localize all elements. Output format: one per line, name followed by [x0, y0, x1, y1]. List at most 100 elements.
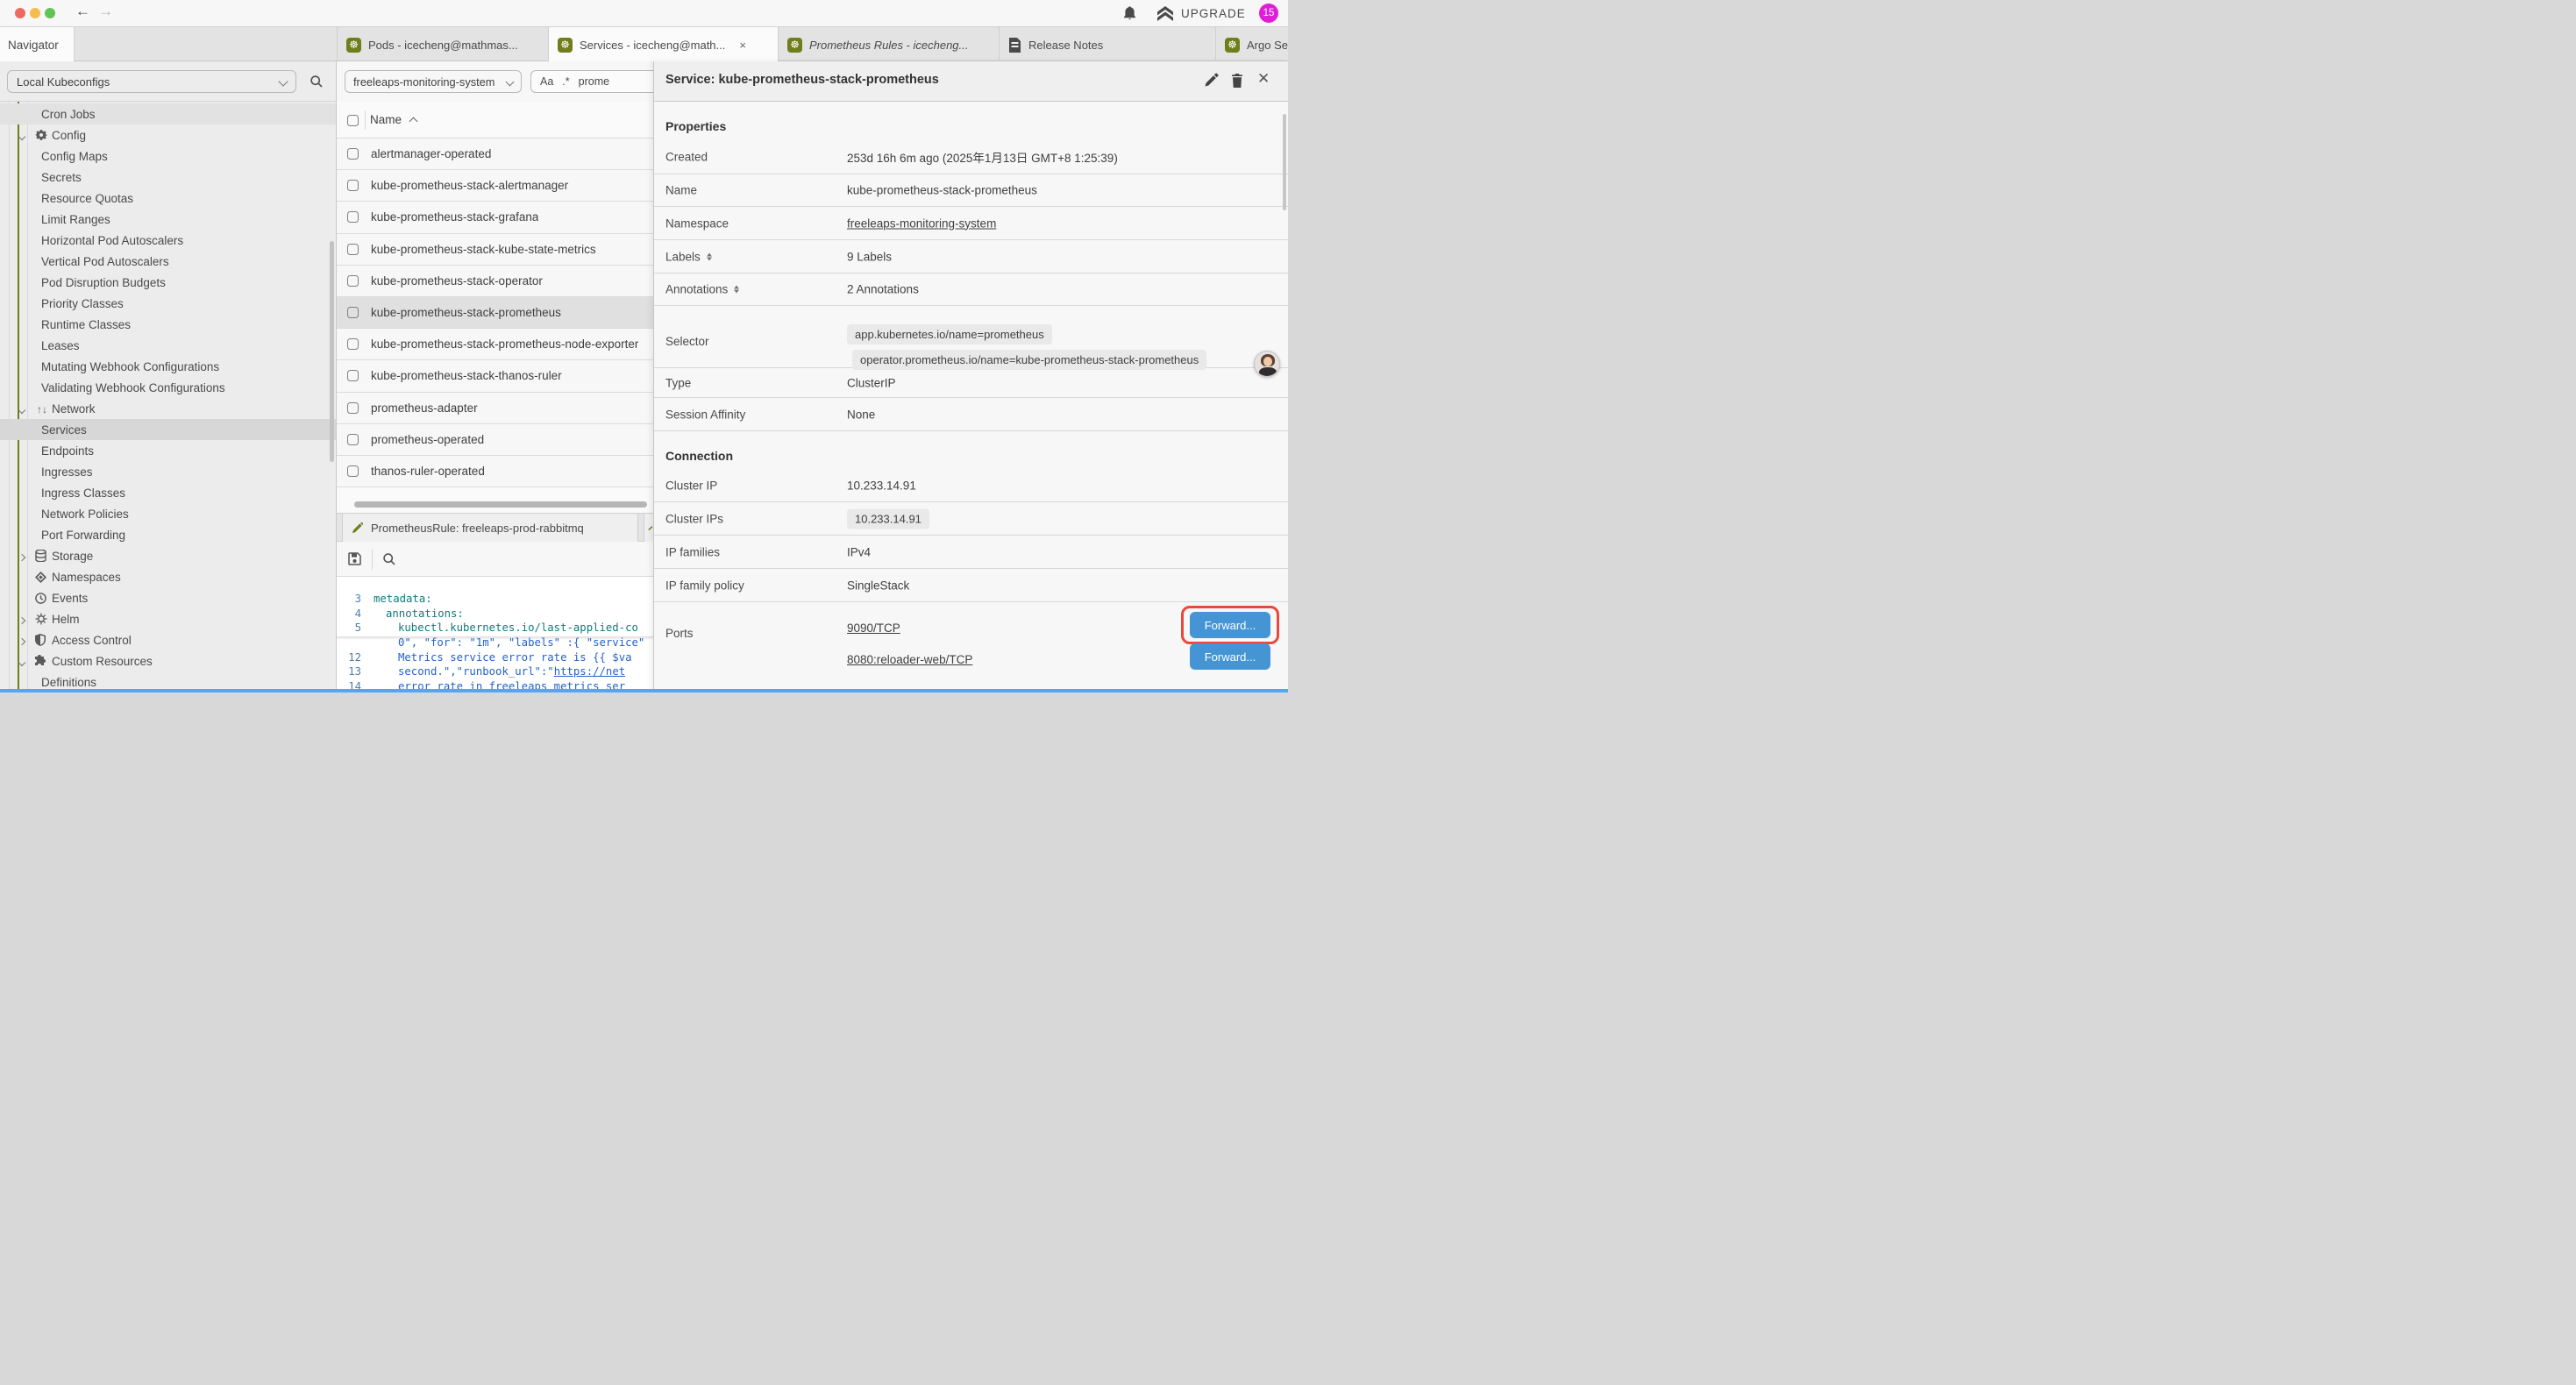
- row-checkbox[interactable]: [347, 338, 359, 350]
- sidebar-item-vertical-pod-autoscalers[interactable]: Vertical Pod Autoscalers: [0, 251, 336, 272]
- sidebar-item-storage[interactable]: Storage: [0, 545, 336, 566]
- sidebar-item-resource-quotas[interactable]: Resource Quotas: [0, 188, 336, 209]
- row-checkbox[interactable]: [347, 211, 359, 223]
- sidebar-item-limit-ranges[interactable]: Limit Ranges: [0, 209, 336, 230]
- namespace-dropdown[interactable]: freeleaps-monitoring-system: [345, 70, 522, 93]
- sidebar-item-runtime-classes[interactable]: Runtime Classes: [0, 314, 336, 335]
- editor-search-icon[interactable]: [382, 552, 396, 566]
- navigator-panel-tab[interactable]: Navigator: [0, 27, 75, 62]
- sidebar-item-horizontal-pod-autoscalers[interactable]: Horizontal Pod Autoscalers: [0, 230, 336, 251]
- close-tab-icon[interactable]: ×: [739, 39, 746, 52]
- yaml-editor[interactable]: 3metadata:4annotations:5kubectl.kubernet…: [337, 577, 653, 689]
- user-avatar[interactable]: [1254, 351, 1280, 377]
- table-row[interactable]: kube-prometheus-stack-prometheus-node-ex…: [337, 329, 653, 360]
- table-horizontal-scrollbar[interactable]: [354, 501, 647, 508]
- sidebar-item-secrets[interactable]: Secrets: [0, 167, 336, 188]
- table-row[interactable]: kube-prometheus-stack-operator: [337, 266, 653, 297]
- row-checkbox[interactable]: [347, 465, 359, 477]
- table-row[interactable]: prometheus-operated: [337, 424, 653, 456]
- port-link[interactable]: 9090/TCP: [847, 621, 900, 635]
- forward-arrow-icon[interactable]: →: [98, 3, 113, 20]
- sidebar-item-endpoints[interactable]: Endpoints: [0, 440, 336, 461]
- sidebar-item-access-control[interactable]: Access Control: [0, 629, 336, 650]
- sidebar-item-label: Secrets: [41, 171, 82, 184]
- name-column-header[interactable]: Name: [370, 113, 402, 126]
- forward-button[interactable]: Forward...: [1190, 643, 1270, 670]
- table-row[interactable]: kube-prometheus-stack-prometheus: [337, 297, 653, 329]
- details-scrollbar[interactable]: [1283, 114, 1286, 210]
- row-checkbox[interactable]: [347, 307, 359, 318]
- sidebar-item-events[interactable]: Events: [0, 587, 336, 608]
- tab-argo[interactable]: ☸Argo Se: [1215, 27, 1288, 62]
- chevron-down-icon[interactable]: [19, 402, 25, 416]
- notifications-bell-icon[interactable]: [1122, 5, 1137, 21]
- sidebar-item-config[interactable]: Config: [0, 124, 336, 146]
- sidebar-item-namespaces[interactable]: Namespaces: [0, 566, 336, 587]
- sidebar-scrollbar[interactable]: [330, 241, 334, 462]
- table-row[interactable]: kube-prometheus-stack-kube-state-metrics: [337, 234, 653, 266]
- table-row[interactable]: thanos-ruler-operated: [337, 456, 653, 487]
- editor-tab-prometheusrule[interactable]: PrometheusRule: freeleaps-prod-rabbitmq: [342, 514, 638, 542]
- table-row[interactable]: alertmanager-operated: [337, 138, 653, 170]
- close-icon[interactable]: ✕: [1257, 70, 1270, 88]
- back-arrow-icon[interactable]: ←: [75, 3, 90, 20]
- minimize-window-button[interactable]: [30, 8, 40, 18]
- sidebar-item-services[interactable]: Services: [0, 419, 336, 440]
- maximize-window-button[interactable]: [45, 8, 55, 18]
- select-all-checkbox[interactable]: [347, 115, 359, 126]
- table-row[interactable]: kube-prometheus-stack-alertmanager: [337, 170, 653, 202]
- chevron-right-icon[interactable]: [19, 613, 25, 626]
- sort-ascending-icon[interactable]: [409, 117, 418, 126]
- row-checkbox[interactable]: [347, 402, 359, 414]
- properties-section-heading: Properties: [654, 102, 1288, 140]
- row-checkbox[interactable]: [347, 244, 359, 255]
- sidebar-search-icon[interactable]: [310, 75, 324, 89]
- delete-trash-icon[interactable]: [1230, 73, 1244, 89]
- kubeconfig-dropdown[interactable]: Local Kubeconfigs: [7, 70, 296, 93]
- regex-toggle[interactable]: .*: [562, 75, 569, 88]
- sort-updown-icon[interactable]: [707, 252, 712, 260]
- upgrade-button[interactable]: UPGRADE: [1156, 5, 1246, 22]
- row-checkbox[interactable]: [347, 148, 359, 160]
- table-row[interactable]: kube-prometheus-stack-grafana: [337, 202, 653, 233]
- row-checkbox[interactable]: [347, 275, 359, 287]
- list-search-input[interactable]: Aa .* prome: [530, 70, 653, 93]
- tab-services[interactable]: ☸Services - icecheng@math...×: [548, 27, 778, 62]
- save-icon[interactable]: [347, 551, 362, 566]
- sidebar-item-pod-disruption-budgets[interactable]: Pod Disruption Budgets: [0, 272, 336, 293]
- row-checkbox[interactable]: [347, 370, 359, 381]
- sidebar-item-priority-classes[interactable]: Priority Classes: [0, 293, 336, 314]
- editor-tab-next-partial[interactable]: [644, 514, 653, 542]
- sort-updown-icon[interactable]: [734, 286, 739, 294]
- chevron-down-icon[interactable]: [19, 655, 25, 668]
- table-row[interactable]: prometheus-adapter: [337, 393, 653, 424]
- sidebar-item-config-maps[interactable]: Config Maps: [0, 146, 336, 167]
- sidebar-item-network[interactable]: ↑↓Network: [0, 398, 336, 419]
- sidebar-item-port-forwarding[interactable]: Port Forwarding: [0, 524, 336, 545]
- notification-count-badge[interactable]: 15: [1259, 4, 1278, 23]
- port-link[interactable]: 8080:reloader-web/TCP: [847, 653, 972, 666]
- tab-prometheus[interactable]: ☸Prometheus Rules - icecheng...: [778, 27, 999, 62]
- sidebar-item-ingress-classes[interactable]: Ingress Classes: [0, 482, 336, 503]
- row-checkbox[interactable]: [347, 434, 359, 445]
- close-window-button[interactable]: [15, 8, 25, 18]
- sidebar-item-cron-jobs[interactable]: Cron Jobs: [0, 103, 336, 124]
- table-row[interactable]: kube-prometheus-stack-thanos-ruler: [337, 360, 653, 392]
- sidebar-item-custom-resources[interactable]: Custom Resources: [0, 650, 336, 671]
- chevron-down-icon[interactable]: [19, 129, 25, 142]
- sidebar-item-network-policies[interactable]: Network Policies: [0, 503, 336, 524]
- sidebar-item-validating-webhook-configurations[interactable]: Validating Webhook Configurations: [0, 377, 336, 398]
- edit-pencil-icon[interactable]: [1204, 73, 1219, 88]
- sidebar-item-ingresses[interactable]: Ingresses: [0, 461, 336, 482]
- chevron-right-icon[interactable]: [19, 550, 25, 563]
- sidebar-item-mutating-webhook-configurations[interactable]: Mutating Webhook Configurations: [0, 356, 336, 377]
- row-checkbox[interactable]: [347, 180, 359, 191]
- chevron-right-icon[interactable]: [19, 634, 25, 647]
- code-link[interactable]: https://net: [554, 665, 625, 678]
- sidebar-item-leases[interactable]: Leases: [0, 335, 336, 356]
- tab-pods[interactable]: ☸Pods - icecheng@mathmas...: [337, 27, 548, 62]
- namespace-link[interactable]: freeleaps-monitoring-system: [847, 217, 996, 230]
- match-case-toggle[interactable]: Aa: [540, 75, 553, 88]
- sidebar-item-helm[interactable]: Helm: [0, 608, 336, 629]
- tab-release[interactable]: Release Notes: [999, 27, 1215, 62]
